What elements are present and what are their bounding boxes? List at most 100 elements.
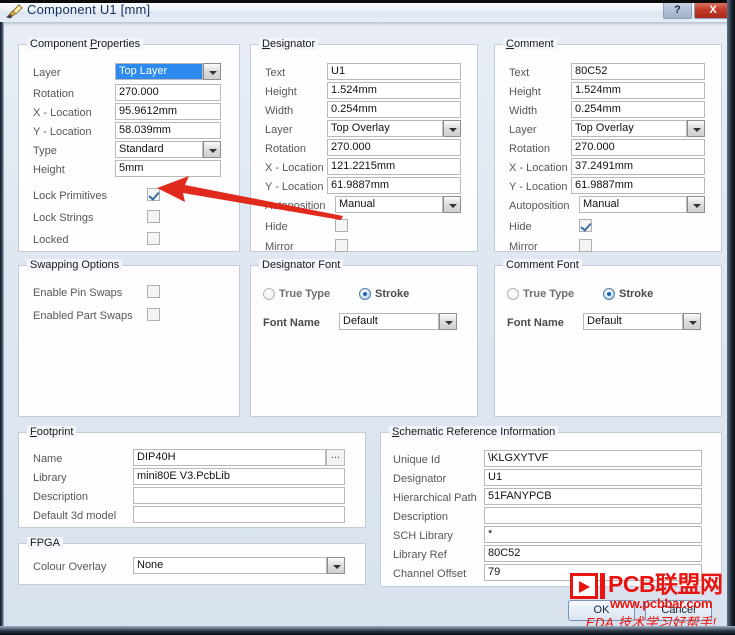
comment-layer-combo[interactable]: Top Overlay bbox=[571, 120, 705, 137]
sch-description-input[interactable] bbox=[484, 507, 702, 524]
comment-y-input[interactable]: 61.9887mm bbox=[571, 177, 705, 194]
swapping-options-group: Swapping Options Enable Pin Swaps Enable… bbox=[18, 259, 240, 417]
footprint-name-input[interactable]: DIP40H bbox=[133, 449, 326, 466]
ok-button[interactable]: OK bbox=[568, 600, 635, 621]
lock-primitives-checkbox[interactable] bbox=[147, 188, 160, 201]
chevron-down-icon[interactable] bbox=[443, 120, 461, 137]
chevron-down-icon[interactable] bbox=[203, 63, 221, 80]
label-designator-font-name: Font Name bbox=[263, 317, 320, 329]
label-footprint-name: Name bbox=[33, 453, 63, 465]
comment-font-stroke-radio[interactable] bbox=[603, 288, 615, 300]
label-type: Type bbox=[33, 145, 57, 157]
sch-designator-input[interactable]: U1 bbox=[484, 469, 702, 486]
footprint-title: Footprint bbox=[27, 426, 77, 438]
frame-top bbox=[0, 0, 735, 3]
chevron-down-icon[interactable] bbox=[687, 196, 705, 213]
chevron-down-icon[interactable] bbox=[683, 313, 701, 330]
chevron-down-icon[interactable] bbox=[327, 557, 345, 574]
label-designator-text: Text bbox=[265, 67, 286, 79]
type-combo[interactable]: Standard bbox=[115, 141, 221, 158]
designator-text-input[interactable]: U1 bbox=[327, 63, 461, 80]
footprint-3d-model-input[interactable] bbox=[133, 506, 345, 523]
channel-offset-input[interactable]: 79 bbox=[484, 564, 702, 581]
footprint-group: Footprint Name DIP40H ... Library mini80… bbox=[18, 426, 366, 528]
label-comment-height: Height bbox=[509, 86, 541, 98]
comment-hide-checkbox[interactable] bbox=[579, 219, 592, 232]
label-comment-truetype: True Type bbox=[523, 288, 575, 300]
component-properties-title: Component Properties bbox=[27, 38, 144, 50]
layer-combo[interactable]: Top Layer bbox=[115, 63, 221, 80]
chevron-down-icon[interactable] bbox=[443, 196, 461, 213]
designator-font-name-combo[interactable]: Default bbox=[339, 313, 457, 330]
window-title: Component U1 [mm] bbox=[27, 2, 151, 17]
sch-library-input[interactable]: * bbox=[484, 526, 702, 543]
label-comment-text: Text bbox=[509, 67, 530, 79]
help-button[interactable]: ? bbox=[663, 1, 692, 19]
chevron-down-icon[interactable] bbox=[439, 313, 457, 330]
colour-overlay-combo[interactable]: None bbox=[133, 557, 345, 574]
locked-checkbox[interactable] bbox=[147, 232, 160, 245]
label-channel-offset: Channel Offset bbox=[393, 568, 467, 580]
comment-font-name-combo[interactable]: Default bbox=[583, 313, 701, 330]
label-footprint-library: Library bbox=[33, 472, 67, 484]
comment-x-input[interactable]: 37.2491mm bbox=[571, 158, 705, 175]
label-layer: Layer bbox=[33, 67, 61, 79]
designator-group: Designator Text U1 Height 1.524mm Width … bbox=[250, 38, 478, 253]
label-x-location: X - Location bbox=[33, 107, 92, 119]
y-location-input[interactable]: 58.039mm bbox=[115, 122, 221, 139]
layer-combo-value: Top Layer bbox=[115, 63, 203, 80]
designator-title: Designator bbox=[259, 38, 319, 50]
label-sch-designator: Designator bbox=[393, 473, 447, 485]
comment-rotation-input[interactable]: 270.000 bbox=[571, 139, 705, 156]
comment-autoposition-value: Manual bbox=[579, 196, 687, 213]
designator-mirror-checkbox[interactable] bbox=[335, 239, 348, 252]
comment-height-input[interactable]: 1.524mm bbox=[571, 82, 705, 99]
frame-left bbox=[0, 22, 4, 626]
designator-font-name-value: Default bbox=[339, 313, 439, 330]
designator-y-input[interactable]: 61.9887mm bbox=[327, 177, 461, 194]
unique-id-input[interactable]: \KLGXYTVF bbox=[484, 450, 702, 467]
label-comment-font-name: Font Name bbox=[507, 317, 564, 329]
footprint-description-input[interactable] bbox=[133, 487, 345, 504]
comment-font-truetype-radio[interactable] bbox=[507, 288, 519, 300]
designator-font-truetype-radio[interactable] bbox=[263, 288, 275, 300]
label-sch-description: Description bbox=[393, 511, 449, 523]
frame-right bbox=[727, 0, 735, 635]
height-input[interactable]: 5mm bbox=[115, 160, 221, 177]
designator-font-stroke-radio[interactable] bbox=[359, 288, 371, 300]
label-comment-y: Y - Location bbox=[509, 181, 568, 193]
label-comment-x: X - Location bbox=[509, 162, 568, 174]
comment-width-input[interactable]: 0.254mm bbox=[571, 101, 705, 118]
label-locked: Locked bbox=[33, 234, 69, 246]
library-ref-input[interactable]: 80C52 bbox=[484, 545, 702, 562]
designator-width-input[interactable]: 0.254mm bbox=[327, 101, 461, 118]
component-pencil-icon bbox=[6, 3, 23, 19]
lock-strings-checkbox[interactable] bbox=[147, 210, 160, 223]
enable-pin-swaps-checkbox[interactable] bbox=[147, 285, 160, 298]
footprint-library-input[interactable]: mini80E V3.PcbLib bbox=[133, 468, 345, 485]
titlebar: Component U1 [mm] ? X bbox=[0, 0, 735, 22]
designator-hide-checkbox[interactable] bbox=[335, 219, 348, 232]
comment-autoposition-combo[interactable]: Manual bbox=[579, 196, 705, 213]
designator-height-input[interactable]: 1.524mm bbox=[327, 82, 461, 99]
enabled-part-swaps-checkbox[interactable] bbox=[147, 308, 160, 321]
designator-rotation-input[interactable]: 270.000 bbox=[327, 139, 461, 156]
cancel-button[interactable]: Cancel bbox=[645, 600, 712, 621]
label-designator-width: Width bbox=[265, 105, 294, 117]
label-comment-width: Width bbox=[509, 105, 538, 117]
designator-layer-value: Top Overlay bbox=[327, 120, 443, 137]
x-location-input[interactable]: 95.9612mm bbox=[115, 103, 221, 120]
designator-autoposition-combo[interactable]: Manual bbox=[335, 196, 461, 213]
label-footprint-description: Description bbox=[33, 491, 89, 503]
hierarchical-path-input[interactable]: 51FANYPCB bbox=[484, 488, 702, 505]
comment-text-input[interactable]: 80C52 bbox=[571, 63, 705, 80]
comment-mirror-checkbox[interactable] bbox=[579, 239, 592, 252]
designator-layer-combo[interactable]: Top Overlay bbox=[327, 120, 461, 137]
designator-x-input[interactable]: 121.2215mm bbox=[327, 158, 461, 175]
chevron-down-icon[interactable] bbox=[687, 120, 705, 137]
label-hierarchical-path: Hierarchical Path bbox=[393, 492, 477, 504]
label-comment-rotation: Rotation bbox=[509, 143, 550, 155]
footprint-browse-button[interactable]: ... bbox=[326, 449, 345, 466]
chevron-down-icon[interactable] bbox=[203, 141, 221, 158]
rotation-input[interactable]: 270.000 bbox=[115, 84, 221, 101]
